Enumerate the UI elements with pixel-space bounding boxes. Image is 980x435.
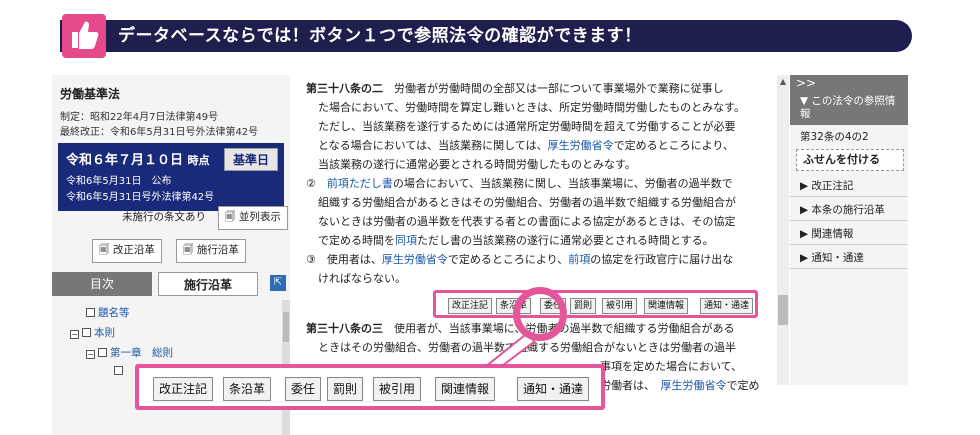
law-link[interactable]: 厚生労働省令 (548, 139, 614, 152)
article-line: 当該業務の遂行に通常必要とされる時間労働したものとみなす。 (318, 158, 636, 171)
panel-item-revision[interactable]: ▶ 改正注記 (790, 175, 908, 197)
article-line: た場合において、労働時間を算定し難いときは、所定労働時間労働したものとみなす。 (318, 101, 746, 114)
reference-panel: >> ▼ この法令の参照情報 第32条の4の2 ふせんを付ける ▶ 改正注記 ▶… (790, 75, 908, 385)
sticky-note-button[interactable]: ふせんを付ける (796, 149, 904, 171)
article-line: ければならない。 (318, 272, 406, 285)
penalty-button[interactable]: 罰則 (570, 298, 597, 314)
enforcement-history-button[interactable]: 🗐 施行沿革 (176, 239, 246, 263)
collapse-icon[interactable]: − (70, 330, 79, 339)
revision-note-button[interactable]: 改正注記 (153, 377, 214, 401)
doc-icon: 🗐 (183, 244, 194, 256)
doc-icon: 🗐 (225, 211, 236, 223)
related-info-button[interactable]: 関連情報 (435, 377, 496, 401)
checkbox[interactable] (98, 348, 107, 357)
zoomed-toolbar: 改正注記 条沿革 委任 罰則 被引用 関連情報 通知・通達 (135, 364, 605, 410)
article-line: ③ 使用者は、厚生労働省令で定めるところにより、前項の協定を行政官庁に届け出な (306, 253, 734, 266)
revision-note-button[interactable]: 改正注記 (448, 298, 493, 314)
doc-icon: 🗐 (99, 244, 110, 256)
current-article: 第32条の4の2 (800, 131, 869, 143)
tree-item-title[interactable]: 題名等 (86, 305, 130, 320)
article-line: 組織する労働組合があるときはその労働組合、労働者の過半数で組織する労働組合が (318, 196, 736, 209)
last-revised: 最終改正：令和6年5月31日号外法律第42号 (60, 127, 259, 138)
enacted-date: 制定：昭和22年4月7日法律第49号 (60, 112, 219, 123)
caret-right-icon: ▶ (800, 252, 809, 264)
law-link[interactable]: 同項 (395, 234, 417, 247)
caret-right-icon: ▶ (800, 228, 809, 240)
double-chevron-icon[interactable]: >> (796, 76, 816, 90)
collapse-icon[interactable]: − (86, 350, 95, 359)
checkbox[interactable] (82, 328, 91, 337)
standard-date-button[interactable]: 基準日 (223, 148, 278, 171)
thumbs-up-icon (62, 14, 106, 58)
cited-by-button[interactable]: 被引用 (602, 298, 638, 314)
article-line: となる場合においては、当該業務に関しては、厚生労働省令で定めるところにより、 (318, 139, 734, 152)
article-line: ないときは労働者の過半数を代表する者との書面による協定があるときは、その協定 (318, 215, 736, 228)
banner-text: データベースならでは！ボタン１つで参照法令の確認ができます！ (118, 26, 642, 46)
parallel-view-button[interactable]: 🗐 並列表示 (218, 206, 288, 230)
revision-law-number: 令和6年5月31日号外法律第42号 (66, 192, 215, 203)
panel-item-related[interactable]: ▶ 関連情報 (790, 223, 908, 245)
law-link[interactable]: 厚生労働省令 (661, 379, 727, 392)
checkbox[interactable] (114, 366, 123, 375)
magnifier-icon (513, 287, 567, 341)
checkbox[interactable] (86, 308, 95, 317)
promulgation-line: 令和6年5月31日 公布 (66, 176, 172, 187)
reference-date: 令和６年７月１０日 時点 (66, 153, 210, 168)
panel-item-enforcement[interactable]: ▶ 本条の施行沿革 (790, 199, 908, 221)
article-history-button[interactable]: 条沿革 (223, 377, 272, 401)
scroll-thumb[interactable] (778, 295, 788, 325)
tree-item-chapter1[interactable]: − 第一章 総則 (86, 345, 173, 360)
scroll-up-icon[interactable]: ▲ (777, 77, 789, 86)
tree-item-main[interactable]: − 本則 (70, 325, 115, 340)
caret-right-icon: ▶ (800, 204, 809, 216)
expand-icon[interactable]: ⇱ (270, 275, 286, 291)
tab-enforcement[interactable]: 施行沿革 (158, 272, 258, 296)
related-info-button[interactable]: 関連情報 (644, 298, 689, 314)
left-tabs: 目次 施行沿革 ⇱ (52, 272, 290, 296)
tab-toc[interactable]: 目次 (52, 272, 152, 296)
cited-by-button[interactable]: 被引用 (373, 377, 422, 401)
reference-date-box: 令和６年７月１０日 時点 基準日 令和6年5月31日 公布 令和6年5月31日号… (58, 143, 284, 211)
panel-item-notice[interactable]: ▶ 通知・通達 (790, 247, 908, 269)
article-toolbar: 改正注記 条沿革 委任 罰則 被引用 関連情報 通知・通達 (433, 290, 758, 318)
article-line: ② 前項ただし書の場合において、当該業務に関し、当該事業場に、労働者の過半数で (306, 177, 733, 190)
revision-history-button[interactable]: 🗐 改正沿革 (92, 239, 162, 263)
penalty-button[interactable]: 罰則 (327, 377, 364, 401)
article-scrollbar[interactable]: ▲ (777, 75, 789, 385)
unimplemented-note: 未施行の条文あり (122, 211, 206, 223)
reference-panel-header[interactable]: >> ▼ この法令の参照情報 (790, 75, 908, 125)
article-line: 労働者は、 厚生労働省令で定め (600, 379, 760, 392)
law-link[interactable]: 厚生労働省令 (382, 253, 448, 266)
notice-button[interactable]: 通知・通達 (517, 377, 590, 401)
reference-panel-title: ▼ この法令の参照情報 (800, 95, 896, 120)
notice-button[interactable]: 通知・通達 (700, 298, 754, 314)
caret-right-icon: ▶ (800, 180, 809, 192)
caret-down-icon: ▼ (800, 95, 809, 107)
delegation-button[interactable]: 委任 (285, 377, 322, 401)
promo-banner: データベースならでは！ボタン１つで参照法令の確認ができます！ (60, 20, 912, 52)
law-link[interactable]: 前項ただし書 (327, 177, 393, 190)
article-line: 第三十八条の二 労働者が労働時間の全部又は一部について事業場外で業務に従事し (306, 82, 724, 95)
article-line: ただし、当該業務を遂行するためには通常所定労働時間を超えて労働することが必要 (318, 120, 736, 133)
article-line: 事項を定めた場合において、 (600, 360, 743, 373)
tree-item-sub[interactable] (114, 365, 126, 377)
article-line: で定める時間を同項ただし書の当該業務の遂行に通常必要とされる時間とする。 (318, 234, 714, 247)
law-title: 労働基準法 (60, 87, 121, 101)
law-link[interactable]: 前項 (568, 253, 590, 266)
